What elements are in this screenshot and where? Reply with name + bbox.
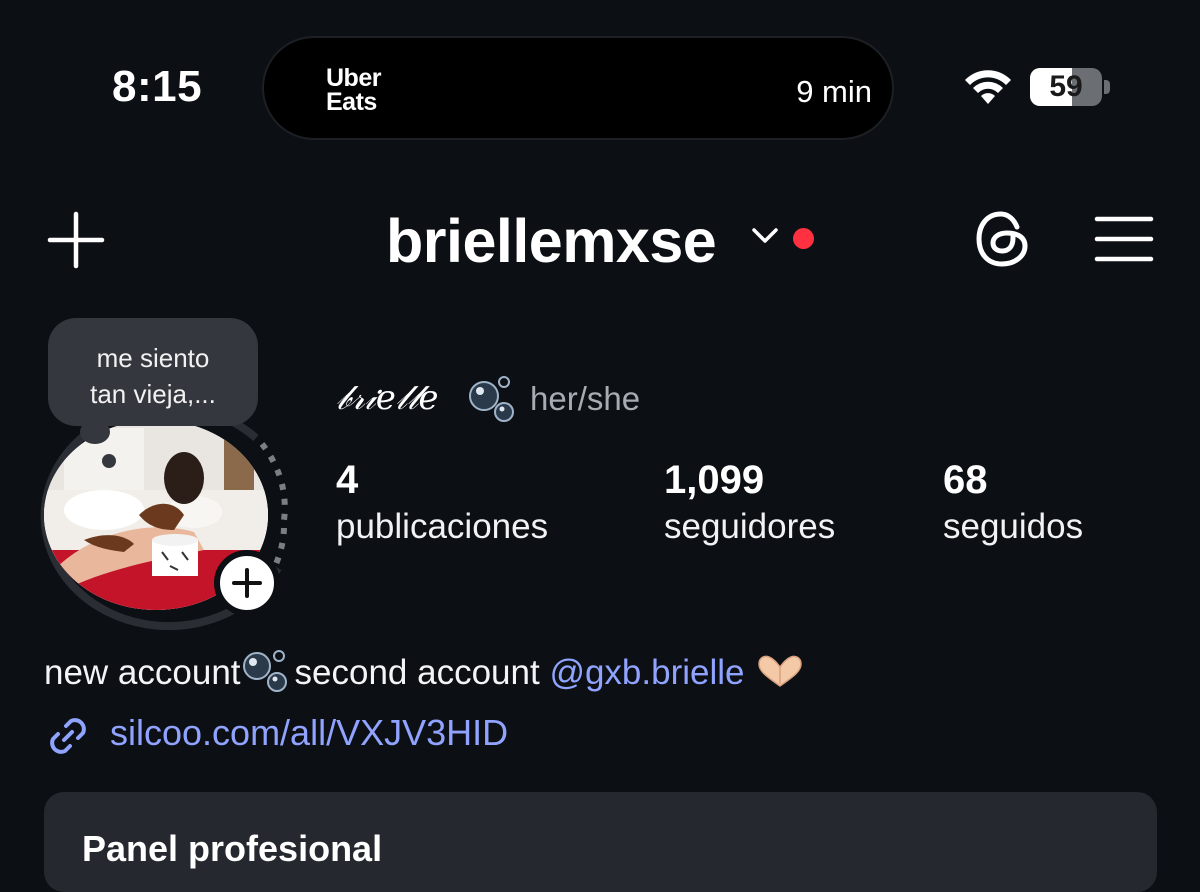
chevron-down-icon[interactable] <box>750 226 780 246</box>
bio-text-part2: second account <box>294 653 550 692</box>
bubbles-emoji-icon <box>242 650 287 692</box>
stat-following-label: seguidos <box>943 507 1084 546</box>
professional-dashboard-title: Panel profesional <box>82 828 383 869</box>
heart-hands-emoji-icon <box>757 655 802 687</box>
threads-icon[interactable] <box>972 208 1034 270</box>
stat-followers-label: seguidores <box>664 507 836 546</box>
profile-website-link[interactable]: silcoo.com/all/VXJV3HID <box>110 712 508 754</box>
dynamic-island-live-activity[interactable]: Uber Eats 9 min <box>262 36 894 140</box>
bio-mention-link[interactable]: @gxb.brielle <box>549 653 744 692</box>
note-bubble-tail <box>80 420 110 444</box>
note-bubble-tail-dot <box>102 454 116 468</box>
uber-eats-logo: Uber Eats <box>326 64 381 116</box>
stat-posts-label: publicaciones <box>336 507 549 546</box>
plus-icon <box>232 568 262 598</box>
add-story-button[interactable] <box>214 550 280 616</box>
profile-pronouns: her/she <box>530 380 641 417</box>
profile-note-bubble[interactable]: me siento tan vieja,... <box>48 318 258 426</box>
battery-tip <box>1104 80 1110 94</box>
battery-percent: 59 <box>1049 70 1083 103</box>
create-plus-button[interactable] <box>46 210 106 270</box>
delivery-eta: 9 min <box>796 74 872 109</box>
stat-posts[interactable]: 4 publicaciones <box>336 458 548 547</box>
stat-following[interactable]: 68 seguidos <box>943 458 1083 547</box>
stat-posts-count: 4 <box>336 458 359 502</box>
bubbles-emoji-icon <box>469 376 514 422</box>
stat-following-count: 68 <box>943 458 988 502</box>
status-time: 8:15 <box>112 62 203 111</box>
profile-bio: new account second account @gxb.brielle <box>44 648 805 694</box>
bio-text-part1: new account <box>44 653 241 692</box>
profile-display-name: 𝒷𝓇𝒾𝑒𝓁𝓁𝑒 <box>336 378 439 418</box>
notification-dot <box>793 228 814 249</box>
professional-dashboard-card[interactable]: Panel profesional <box>44 792 1157 892</box>
stat-followers[interactable]: 1,099 seguidores <box>664 458 835 547</box>
wifi-icon <box>965 70 1011 104</box>
battery-indicator: 59 <box>1030 68 1102 106</box>
stat-followers-count: 1,099 <box>664 458 765 502</box>
account-username[interactable]: briellemxse <box>386 206 717 276</box>
hamburger-menu-icon[interactable] <box>1094 214 1154 264</box>
link-icon <box>50 718 86 754</box>
